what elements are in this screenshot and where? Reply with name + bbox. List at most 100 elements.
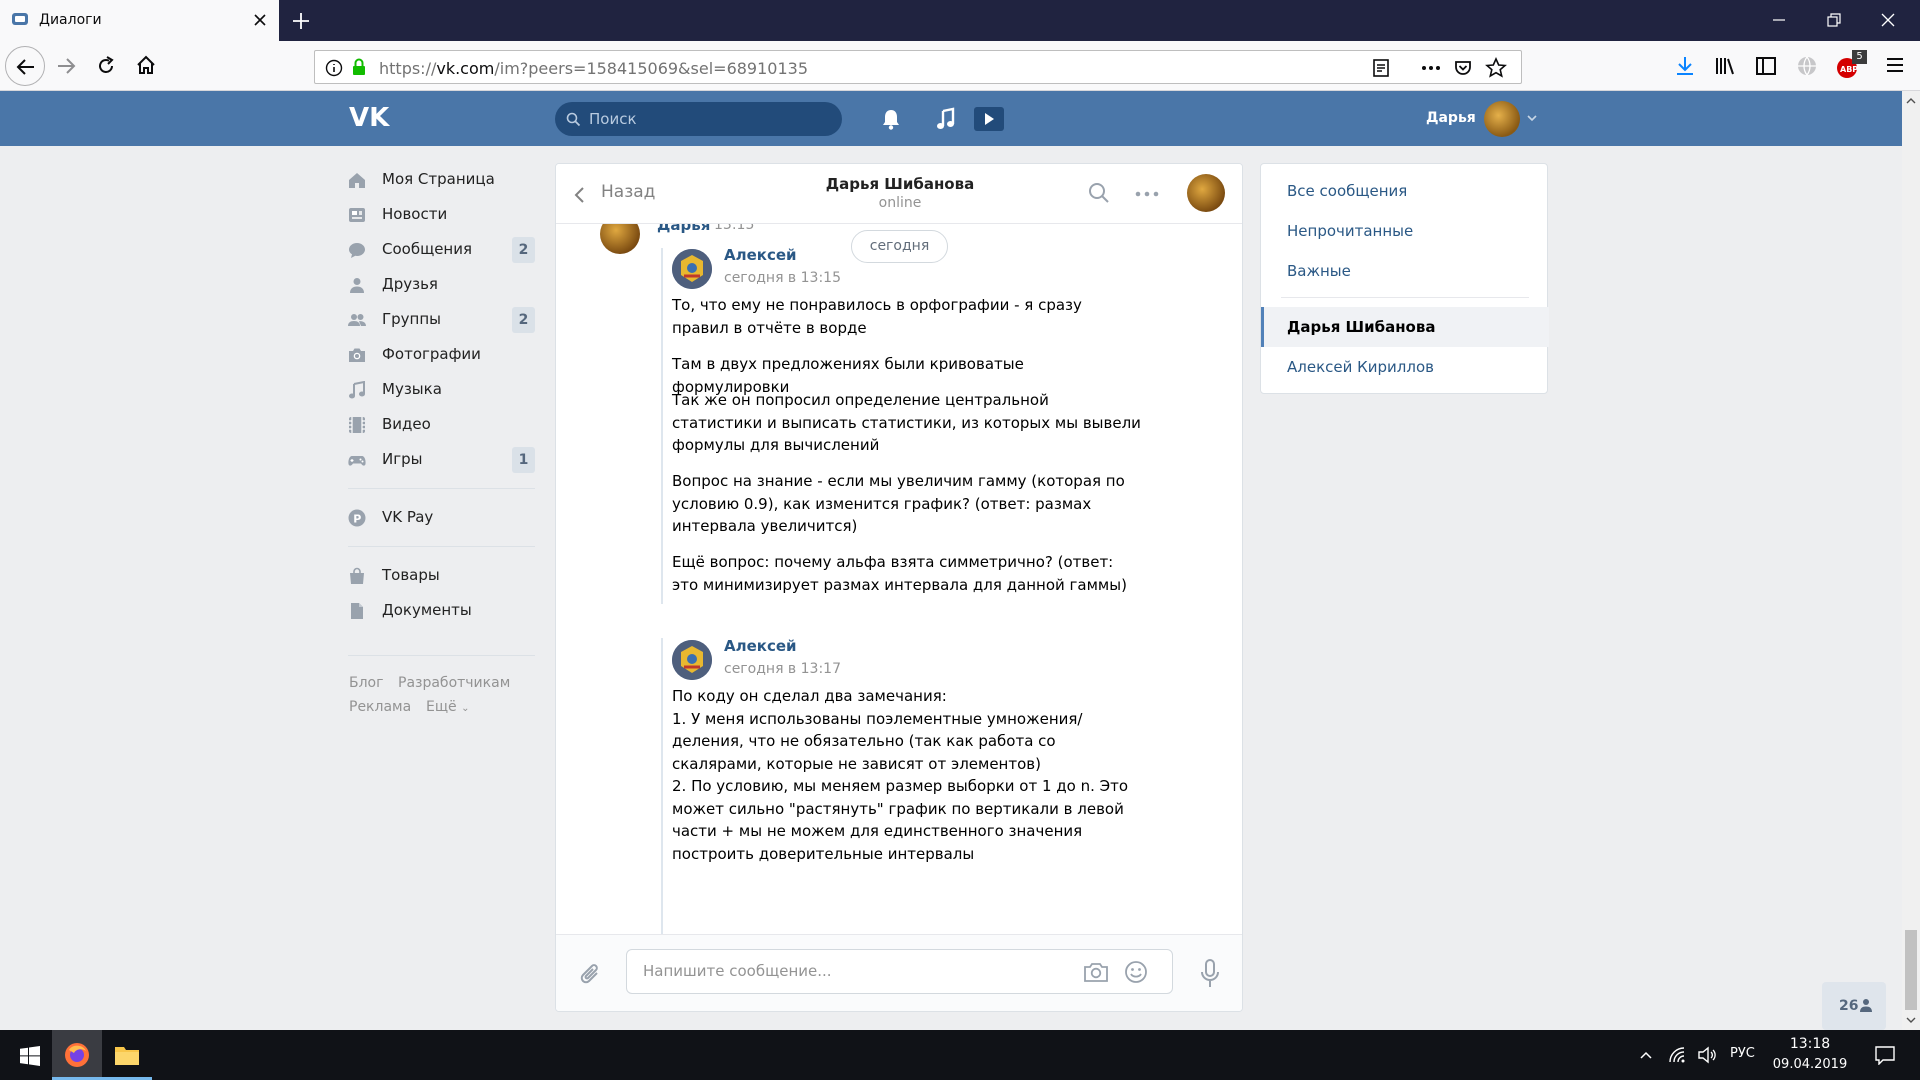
new-tab-icon[interactable] bbox=[291, 11, 311, 31]
avatar[interactable] bbox=[1484, 101, 1520, 137]
taskbar-firefox-button[interactable] bbox=[52, 1030, 102, 1080]
taskbar-explorer-button[interactable] bbox=[102, 1030, 152, 1080]
camera-icon bbox=[348, 346, 366, 364]
footer-link-developers[interactable]: Разработчикам bbox=[398, 675, 510, 691]
message-input[interactable]: Напишите сообщение... bbox=[626, 949, 1173, 994]
volume-icon[interactable] bbox=[1697, 1046, 1717, 1064]
menu-item-my-page[interactable]: Моя Страница bbox=[345, 163, 535, 197]
downloads-icon[interactable] bbox=[1674, 55, 1696, 77]
music-player-icon[interactable] bbox=[935, 107, 957, 131]
menu-item-friends[interactable]: Друзья bbox=[345, 268, 535, 302]
back-button[interactable]: Назад bbox=[572, 164, 682, 224]
forwarded-time[interactable]: сегодня в 13:17 bbox=[724, 661, 841, 677]
forwarded-message-bar bbox=[661, 248, 663, 604]
message-text: То, что ему не понравилось в орфографии … bbox=[672, 296, 1082, 337]
play-icon[interactable] bbox=[973, 106, 1005, 132]
date-divider: сегодня bbox=[851, 230, 948, 263]
groups-icon bbox=[348, 311, 366, 329]
globe-icon[interactable] bbox=[1796, 55, 1818, 77]
search-icon[interactable] bbox=[1088, 182, 1110, 204]
secure-lock-icon[interactable] bbox=[351, 58, 367, 76]
wifi-icon[interactable] bbox=[1668, 1046, 1686, 1064]
menu-item-video[interactable]: Видео bbox=[345, 408, 535, 442]
input-language[interactable]: РУС bbox=[1730, 1046, 1755, 1061]
forward-arrow-icon[interactable] bbox=[55, 55, 77, 77]
chevron-up-icon[interactable] bbox=[1906, 97, 1916, 105]
menu-item-goods[interactable]: Товары bbox=[345, 559, 535, 593]
bookmark-star-icon[interactable] bbox=[1485, 57, 1507, 79]
footer-link-more[interactable]: Ещё ⌄ bbox=[426, 699, 470, 715]
firefox-icon bbox=[64, 1042, 90, 1068]
svg-text:VK: VK bbox=[349, 104, 390, 130]
vk-logo[interactable]: VK bbox=[349, 104, 391, 130]
pocket-icon[interactable] bbox=[1453, 58, 1473, 78]
avatar[interactable] bbox=[672, 249, 712, 289]
page-actions-icon[interactable] bbox=[1420, 59, 1442, 77]
menu-item-groups[interactable]: Группы 2 bbox=[345, 303, 535, 337]
menu-item-music[interactable]: Музыка bbox=[345, 373, 535, 407]
filter-all-messages[interactable]: Все сообщения bbox=[1261, 171, 1549, 211]
menu-divider bbox=[348, 546, 535, 547]
filter-divider bbox=[1281, 297, 1529, 298]
footer-link-blog[interactable]: Блог bbox=[349, 675, 383, 691]
menu-item-messages[interactable]: Сообщения 2 bbox=[345, 233, 535, 267]
browser-tab[interactable]: Диалоги bbox=[0, 0, 279, 41]
windows-start-icon[interactable] bbox=[20, 1046, 40, 1066]
vk-header: VK bbox=[0, 91, 1902, 146]
home-page-icon[interactable] bbox=[135, 54, 157, 76]
reload-icon[interactable] bbox=[95, 55, 117, 77]
info-icon[interactable] bbox=[325, 59, 343, 77]
library-icon[interactable] bbox=[1714, 55, 1736, 77]
conversation-aleksey-kirillov[interactable]: Алексей Кириллов bbox=[1261, 347, 1549, 387]
back-button[interactable] bbox=[5, 46, 45, 86]
forwarded-time[interactable]: сегодня в 13:15 bbox=[724, 270, 841, 286]
chevron-up-icon[interactable] bbox=[1638, 1047, 1654, 1063]
search-input[interactable]: Поиск bbox=[555, 102, 842, 136]
menu-item-photos[interactable]: Фотографии bbox=[345, 338, 535, 372]
menu-item-games[interactable]: Игры 1 bbox=[345, 443, 535, 477]
more-actions-icon[interactable] bbox=[1135, 184, 1159, 204]
conversation-daria-shibanova[interactable]: Дарья Шибанова bbox=[1261, 307, 1549, 347]
avatar[interactable] bbox=[672, 640, 712, 680]
address-bar[interactable]: https://vk.com/im?peers=158415069&sel=68… bbox=[314, 50, 1522, 84]
document-icon bbox=[348, 602, 366, 620]
online-friends-button[interactable]: 26 bbox=[1822, 982, 1886, 1030]
close-window-icon[interactable] bbox=[1880, 12, 1896, 28]
search-icon bbox=[566, 112, 581, 127]
forwarded-sender[interactable]: Алексей bbox=[724, 246, 797, 264]
menu-item-documents[interactable]: Документы bbox=[345, 594, 535, 628]
reader-view-icon[interactable] bbox=[1372, 58, 1390, 78]
bag-icon bbox=[348, 567, 366, 585]
footer-link-ads[interactable]: Реклама bbox=[349, 699, 411, 715]
filter-unread[interactable]: Непрочитанные bbox=[1261, 211, 1549, 251]
menu-divider bbox=[348, 655, 535, 656]
message-history[interactable]: Дарья 13:15 Алексей сегодня в 13:15 То, … bbox=[556, 164, 1242, 990]
chevron-down-icon[interactable] bbox=[1525, 111, 1539, 125]
minimize-window-icon[interactable] bbox=[1771, 12, 1787, 28]
clock-date[interactable]: 09.04.2019 bbox=[1770, 1057, 1850, 1072]
menu-item-news[interactable]: Новости bbox=[345, 198, 535, 232]
paperclip-icon[interactable] bbox=[578, 961, 604, 989]
clock-time[interactable]: 13:18 bbox=[1770, 1036, 1850, 1052]
restore-window-icon[interactable] bbox=[1826, 12, 1842, 28]
emoji-icon[interactable] bbox=[1124, 960, 1148, 984]
forwarded-sender[interactable]: Алексей bbox=[724, 637, 797, 655]
message-text: По коду он сделал два замечания: 1. У ме… bbox=[672, 687, 1129, 863]
filter-important[interactable]: Важные bbox=[1261, 251, 1549, 291]
menu-item-vk-pay[interactable]: P VK Pay bbox=[345, 501, 535, 535]
action-center-icon[interactable] bbox=[1874, 1045, 1896, 1065]
notifications-bell-icon[interactable] bbox=[880, 107, 902, 131]
header-user-name[interactable]: Дарья bbox=[1426, 110, 1476, 126]
avatar[interactable] bbox=[1187, 174, 1225, 212]
chevron-down-icon[interactable] bbox=[1906, 1016, 1916, 1024]
url-text: https://vk.com/im?peers=158415069&sel=68… bbox=[379, 59, 808, 78]
menu-hamburger-icon[interactable] bbox=[1885, 55, 1905, 75]
scrollbar-thumb[interactable] bbox=[1905, 930, 1917, 1010]
message-text: Ещё вопрос: почему альфа взята симметрич… bbox=[672, 553, 1127, 594]
sidebar-toggle-icon[interactable] bbox=[1755, 55, 1777, 77]
microphone-icon[interactable] bbox=[1199, 958, 1221, 990]
close-tab-icon[interactable] bbox=[252, 12, 268, 28]
page-scrollbar[interactable] bbox=[1902, 91, 1920, 1030]
taskbar bbox=[0, 1030, 1920, 1080]
camera-icon[interactable] bbox=[1083, 960, 1109, 984]
